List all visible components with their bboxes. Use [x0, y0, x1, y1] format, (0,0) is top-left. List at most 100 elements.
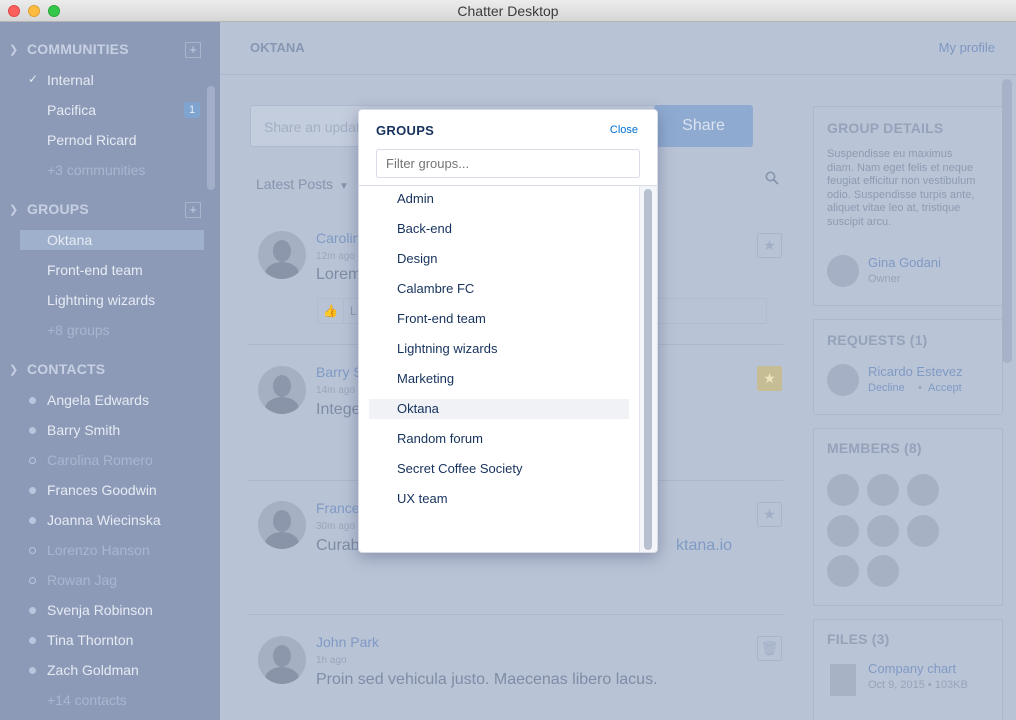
star-icon[interactable]: ★ [757, 233, 782, 258]
contact-item[interactable]: Zach Goldman [0, 655, 204, 685]
contacts-header[interactable]: ❯ CONTACTS [0, 355, 210, 385]
sidebar-item-label: +3 communities [47, 162, 146, 178]
online-status-icon [29, 487, 36, 494]
more-groups-link[interactable]: +8 groups [0, 315, 204, 345]
star-icon[interactable]: ★ [757, 366, 782, 391]
group-option[interactable]: Lightning wizards [369, 339, 629, 359]
contact-item[interactable]: Joanna Wiecinska [0, 505, 204, 535]
more-communities-link[interactable]: +3 communities [0, 155, 204, 185]
accept-link[interactable]: Accept [928, 382, 962, 394]
close-button[interactable]: Close [610, 124, 638, 136]
group-option[interactable]: Front-end team [369, 309, 629, 329]
member-avatar[interactable] [907, 474, 939, 506]
post-time: 14m ago [316, 385, 355, 396]
contact-item[interactable]: Tina Thornton [0, 625, 204, 655]
group-option[interactable]: Design [369, 249, 629, 269]
decline-link[interactable]: Decline [868, 382, 905, 394]
avatar[interactable] [258, 636, 306, 684]
sidebar-item-pernod-ricard[interactable]: Pernod Ricard [0, 125, 204, 155]
member-avatar[interactable] [827, 555, 859, 587]
filter-groups-input[interactable] [376, 149, 640, 178]
online-status-icon [29, 667, 36, 674]
contact-name: Angela Edwards [47, 392, 149, 408]
group-option[interactable]: Marketing [369, 369, 629, 389]
group-option[interactable]: Back-end [369, 219, 629, 239]
member-avatar[interactable] [867, 515, 899, 547]
member-avatar[interactable] [827, 474, 859, 506]
sidebar: ❯ COMMUNITIES + ✓ Internal Pacifica 1 Pe… [0, 22, 220, 720]
avatar[interactable] [827, 364, 859, 396]
post-time: 12m ago [316, 251, 355, 262]
contact-name: Carolina Romero [47, 452, 153, 468]
separator: • [918, 382, 922, 394]
member-avatar[interactable] [867, 474, 899, 506]
sidebar-scrollbar[interactable] [207, 86, 215, 190]
group-option[interactable]: UX team [369, 489, 629, 509]
contact-item[interactable]: Frances Goodwin [0, 475, 204, 505]
group-option[interactable]: Random forum [369, 429, 629, 449]
group-option-label: Back-end [397, 221, 452, 236]
more-contacts-link[interactable]: +14 contacts [0, 685, 204, 715]
group-option[interactable]: Calambre FC [369, 279, 629, 299]
main-header: OKTANA My profile [220, 22, 1016, 75]
window-titlebar: Chatter Desktop [0, 0, 1016, 22]
avatar[interactable] [258, 366, 306, 414]
sidebar-item-label: Pacifica [47, 102, 97, 118]
post-time: 30m ago [316, 521, 355, 532]
contact-name: Barry Smith [47, 422, 121, 438]
trash-icon[interactable]: 🗑 [757, 636, 782, 661]
communities-header[interactable]: ❯ COMMUNITIES + [0, 35, 210, 65]
avatar[interactable] [258, 231, 306, 279]
contact-item[interactable]: Rowan Jag [0, 565, 204, 595]
feed-post: John Park 1h ago Proin sed vehicula just… [248, 615, 783, 720]
avatar[interactable] [258, 501, 306, 549]
post-author[interactable]: John Park [316, 634, 379, 650]
main-scrollbar[interactable] [1002, 79, 1012, 363]
group-option-selected[interactable]: Oktana [369, 399, 629, 419]
online-status-icon [29, 427, 36, 434]
share-button[interactable]: Share [654, 105, 753, 147]
chevron-down-icon: ❯ [9, 364, 19, 376]
groups-header[interactable]: ❯ GROUPS + [0, 195, 210, 225]
star-icon[interactable]: ★ [757, 502, 782, 527]
sidebar-item-front-end-team[interactable]: Front-end team [0, 255, 204, 285]
add-group-button[interactable]: + [185, 202, 201, 218]
group-option-label: Calambre FC [397, 281, 475, 296]
contact-name: Svenja Robinson [47, 602, 153, 618]
member-avatar[interactable] [867, 555, 899, 587]
modal-title: GROUPS [376, 123, 435, 138]
owner-name[interactable]: Gina Godani [868, 255, 941, 270]
chevron-down-icon: ❯ [9, 204, 19, 216]
contact-name: +14 contacts [47, 692, 127, 708]
sidebar-item-pacifica[interactable]: Pacifica 1 [0, 95, 204, 125]
sidebar-item-internal[interactable]: ✓ Internal [0, 65, 204, 95]
contact-item[interactable]: Angela Edwards [0, 385, 204, 415]
sidebar-item-lightning-wizards[interactable]: Lightning wizards [0, 285, 204, 315]
post-link[interactable]: ktana.io [676, 537, 732, 555]
add-community-button[interactable]: + [185, 42, 201, 58]
sidebar-item-label: +8 groups [47, 322, 110, 338]
files-panel: FILES (3) Company chart Oct 9, 2015 • 10… [813, 619, 1003, 720]
contact-item[interactable]: Lorenzo Hanson [0, 535, 204, 565]
group-option[interactable]: Secret Coffee Society [369, 459, 629, 479]
avatar[interactable] [827, 255, 859, 287]
sort-dropdown[interactable]: Latest Posts ▼ [256, 176, 349, 192]
modal-scrollbar-thumb[interactable] [644, 189, 652, 550]
file-name[interactable]: Company chart [868, 661, 956, 676]
contact-name: Joanna Wiecinska [47, 512, 161, 528]
contact-item[interactable]: Svenja Robinson [0, 595, 204, 625]
chevron-down-icon: ❯ [9, 44, 19, 56]
contact-item[interactable]: Barry Smith [0, 415, 204, 445]
sidebar-item-oktana[interactable]: Oktana [20, 230, 204, 250]
group-option[interactable]: Admin [369, 189, 629, 209]
contact-name: Tina Thornton [47, 632, 134, 648]
contact-item[interactable]: Carolina Romero [0, 445, 204, 475]
search-icon[interactable] [765, 171, 779, 185]
requester-name[interactable]: Ricardo Estevez [868, 364, 963, 379]
member-avatar[interactable] [907, 515, 939, 547]
my-profile-link[interactable]: My profile [939, 40, 995, 55]
group-option-label: Oktana [397, 401, 439, 416]
like-icon[interactable]: 👍 [318, 299, 344, 323]
post-text: Lorem [316, 266, 362, 283]
member-avatar[interactable] [827, 515, 859, 547]
